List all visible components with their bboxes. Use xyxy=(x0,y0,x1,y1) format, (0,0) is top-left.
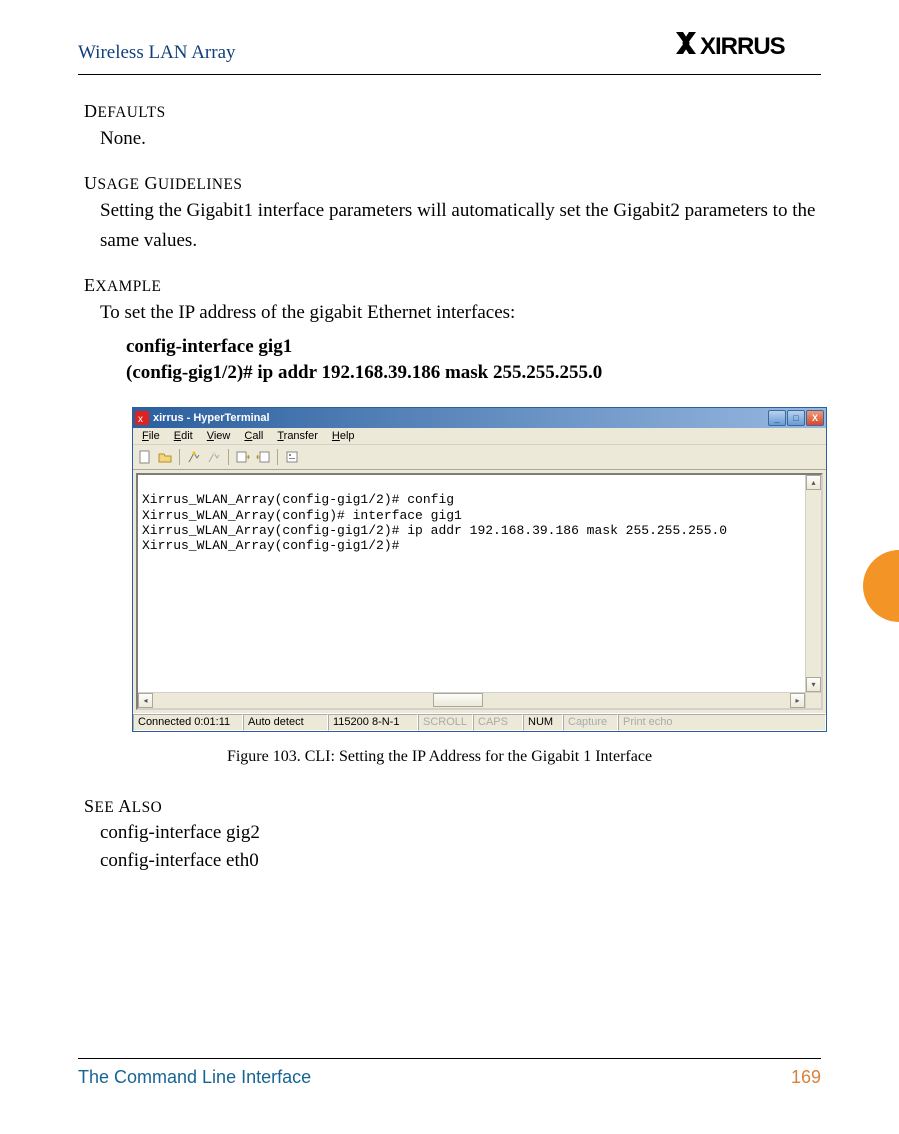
status-echo: Print echo xyxy=(618,714,826,731)
hyperterminal-window: x xirrus - HyperTerminal _ □ X File Edit… xyxy=(132,407,827,732)
status-serial: 115200 8-N-1 xyxy=(328,714,418,731)
scroll-up-icon[interactable]: ▴ xyxy=(806,475,821,490)
menu-call[interactable]: Call xyxy=(237,429,270,443)
footer-section: The Command Line Interface xyxy=(78,1067,311,1088)
maximize-button[interactable]: □ xyxy=(787,410,805,426)
defaults-body: None. xyxy=(100,124,821,153)
side-tab xyxy=(863,550,899,622)
see-also-line1: config-interface gig2 xyxy=(100,819,821,848)
header-title: Wireless LAN Array xyxy=(78,42,236,64)
receive-icon[interactable] xyxy=(255,449,271,465)
menu-view[interactable]: View xyxy=(200,429,238,443)
status-num: NUM xyxy=(523,714,563,731)
page-footer: The Command Line Interface 169 xyxy=(78,1058,821,1088)
svg-text:x: x xyxy=(138,414,143,425)
usage-section: USAGE GUIDELINES Setting the Gigabit1 in… xyxy=(78,173,821,255)
menu-file[interactable]: File xyxy=(135,429,167,443)
scroll-thumb[interactable] xyxy=(433,693,483,707)
toolbar xyxy=(133,445,826,470)
menu-edit[interactable]: Edit xyxy=(167,429,200,443)
status-detect: Auto detect xyxy=(243,714,328,731)
page-header: Wireless LAN Array XIRRUS xyxy=(78,30,821,75)
status-scroll: SCROLL xyxy=(418,714,473,731)
example-code-line2: (config-gig1/2)# ip addr 192.168.39.186 … xyxy=(126,360,821,387)
status-caps: CAPS xyxy=(473,714,523,731)
titlebar[interactable]: x xirrus - HyperTerminal _ □ X xyxy=(133,408,826,428)
figure-caption: Figure 103. CLI: Setting the IP Address … xyxy=(58,748,821,766)
close-button[interactable]: X xyxy=(806,410,824,426)
see-also-heading: SEE ALSO xyxy=(84,796,821,817)
scroll-down-icon[interactable]: ▾ xyxy=(806,677,821,692)
vertical-scrollbar[interactable]: ▴ ▾ xyxy=(805,475,821,692)
horizontal-scrollbar[interactable]: ◂ ▸ xyxy=(138,692,821,708)
send-icon[interactable] xyxy=(235,449,251,465)
see-also-section: SEE ALSO config-interface gig2 config-in… xyxy=(78,796,821,876)
minimize-button[interactable]: _ xyxy=(768,410,786,426)
scroll-right-icon[interactable]: ▸ xyxy=(790,693,805,708)
example-code-line1: config-interface gig1 xyxy=(126,334,821,361)
example-heading: EXAMPLE xyxy=(84,275,821,296)
xirrus-logo: XIRRUS xyxy=(676,30,821,68)
see-also-line2: config-interface eth0 xyxy=(100,847,821,876)
toolbar-separator xyxy=(277,449,278,465)
example-body: To set the IP address of the gigabit Eth… xyxy=(100,298,821,327)
status-connected: Connected 0:01:11 xyxy=(133,714,243,731)
toolbar-separator xyxy=(179,449,180,465)
open-icon[interactable] xyxy=(157,449,173,465)
defaults-section: DEFAULTS None. xyxy=(78,101,821,153)
svg-text:XIRRUS: XIRRUS xyxy=(700,33,786,60)
toolbar-separator xyxy=(228,449,229,465)
terminal-output[interactable]: Xirrus_WLAN_Array(config-gig1/2)# config… xyxy=(138,475,805,692)
usage-body: Setting the Gigabit1 interface parameter… xyxy=(100,196,821,255)
disconnect-icon[interactable] xyxy=(206,449,222,465)
menu-help[interactable]: Help xyxy=(325,429,362,443)
new-icon[interactable] xyxy=(137,449,153,465)
usage-heading: USAGE GUIDELINES xyxy=(84,173,821,194)
connect-icon[interactable] xyxy=(186,449,202,465)
status-capture: Capture xyxy=(563,714,618,731)
app-icon: x xyxy=(135,411,149,425)
example-code: config-interface gig1 (config-gig1/2)# i… xyxy=(126,334,821,387)
example-section: EXAMPLE To set the IP address of the gig… xyxy=(78,275,821,766)
properties-icon[interactable] xyxy=(284,449,300,465)
figure-screenshot: x xirrus - HyperTerminal _ □ X File Edit… xyxy=(132,407,821,732)
scroll-left-icon[interactable]: ◂ xyxy=(138,693,153,708)
statusbar: Connected 0:01:11 Auto detect 115200 8-N… xyxy=(133,713,826,731)
menu-transfer[interactable]: Transfer xyxy=(270,429,325,443)
page-number: 169 xyxy=(791,1067,821,1088)
menubar: File Edit View Call Transfer Help xyxy=(133,428,826,445)
defaults-heading: DEFAULTS xyxy=(84,101,821,122)
window-title: xirrus - HyperTerminal xyxy=(153,412,270,424)
